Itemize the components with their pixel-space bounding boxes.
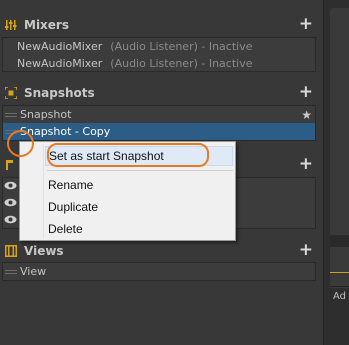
add-view-button[interactable]: + <box>299 241 313 259</box>
snapshots-title: Snapshots <box>24 86 95 100</box>
mixers-title: Mixers <box>24 18 69 32</box>
mixers-list: NewAudioMixer (Audio Listener) - Inactiv… <box>2 37 316 72</box>
views-list: View <box>2 262 316 281</box>
views-icon <box>4 244 18 258</box>
snapshot-name: Snapshot - Copy <box>20 125 111 138</box>
views-title: Views <box>24 244 64 258</box>
annotation-oval <box>47 143 209 167</box>
snapshot-icon <box>4 86 18 100</box>
menu-gutter <box>43 144 44 239</box>
mixer-name: NewAudioMixer <box>17 57 103 70</box>
snapshot-name: Snapshot <box>20 108 72 121</box>
annotation-circle <box>7 130 34 157</box>
drag-handle-icon[interactable] <box>5 111 17 119</box>
eye-icon[interactable] <box>4 214 20 227</box>
snapshot-row-selected[interactable]: Snapshot - Copy <box>3 123 315 140</box>
mixer-row[interactable]: NewAudioMixer (Audio Listener) - Inactiv… <box>3 38 315 55</box>
snapshot-row[interactable]: Snapshot ★ <box>3 106 315 123</box>
add-snapshot-button[interactable]: + <box>299 83 313 101</box>
mixer-view-panel: Ad <box>323 0 349 345</box>
snapshots-list: Snapshot ★ Snapshot - Copy <box>2 105 316 141</box>
snapshots-header: Snapshots + <box>0 83 321 102</box>
eye-icon[interactable] <box>4 197 20 210</box>
mixer-detail: (Audio Listener) - Inactive <box>110 57 253 70</box>
mixer-strip-bar <box>330 235 349 247</box>
mixer-name: NewAudioMixer <box>17 40 103 53</box>
menu-item-rename[interactable]: Rename <box>48 175 93 195</box>
mixer-detail: (Audio Listener) - Inactive <box>110 40 253 53</box>
mixer-icon <box>4 18 18 32</box>
level-line <box>330 272 349 273</box>
views-header: Views + <box>0 241 321 260</box>
view-name: View <box>20 265 47 278</box>
menu-item-duplicate[interactable]: Duplicate <box>48 197 98 217</box>
view-row[interactable]: View <box>3 263 315 280</box>
star-icon: ★ <box>301 107 312 122</box>
add-group-button[interactable]: + <box>299 155 313 173</box>
menu-item-delete[interactable]: Delete <box>48 219 83 239</box>
menu-separator <box>47 170 233 171</box>
eye-icon[interactable] <box>4 180 20 193</box>
divider <box>330 286 349 287</box>
mixer-row[interactable]: NewAudioMixer (Audio Listener) - Inactiv… <box>3 55 315 72</box>
mixers-header: Mixers + <box>0 15 321 34</box>
drag-handle-icon[interactable] <box>5 268 17 276</box>
group-icon <box>4 158 18 172</box>
add-effect-label[interactable]: Ad <box>333 291 349 302</box>
add-mixer-button[interactable]: + <box>299 15 313 33</box>
